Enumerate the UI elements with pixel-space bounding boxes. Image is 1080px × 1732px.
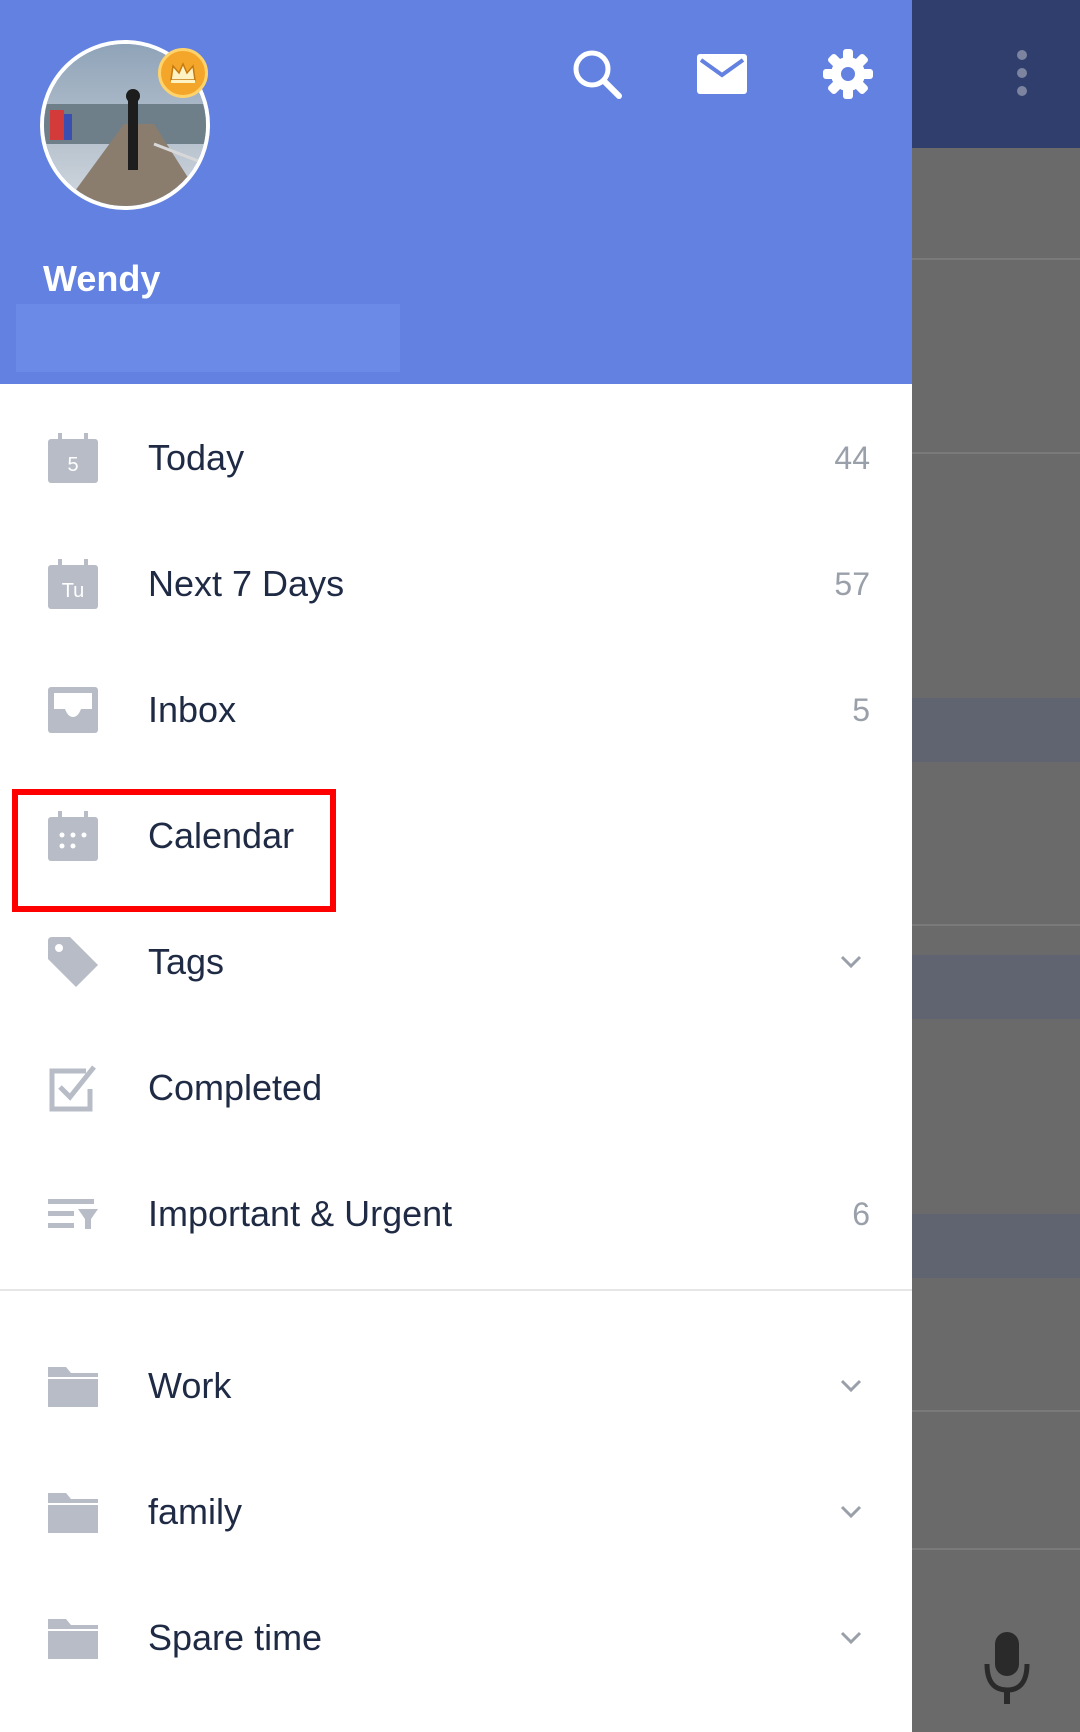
calendar-highlight-box — [12, 789, 336, 912]
menu-item-label: Next 7 Days — [148, 563, 345, 604]
checkbox-icon — [48, 1063, 98, 1113]
navigation-drawer: Wendy 5 Today 44 Tu Next 7 Days 57 Inbox… — [0, 0, 912, 1732]
folder-icon — [48, 1361, 98, 1411]
menu-item-inbox[interactable]: Inbox 5 — [0, 647, 912, 773]
calendar-day-number: 5 — [67, 454, 78, 476]
chevron-down-icon[interactable] — [836, 1497, 866, 1527]
list-label: family — [148, 1491, 243, 1532]
app-toolbar — [912, 0, 1080, 148]
menu-item-completed[interactable]: Completed — [0, 1025, 912, 1151]
user-name: Wendy — [43, 258, 161, 299]
more-options-icon[interactable] — [1010, 50, 1034, 100]
list-section-band — [912, 955, 1080, 1019]
drawer-header: Wendy — [0, 0, 912, 384]
menu-item-tags[interactable]: Tags — [0, 899, 912, 1025]
menu-item-label: Important & Urgent — [148, 1193, 453, 1234]
task-count: 6 — [852, 1196, 870, 1232]
menu-item-label: Tags — [148, 941, 225, 982]
list-item-spare-time[interactable]: Spare time — [0, 1575, 912, 1701]
chevron-down-icon[interactable] — [836, 947, 866, 977]
crown-badge-icon — [158, 48, 208, 98]
gear-icon[interactable] — [818, 44, 878, 104]
search-icon[interactable] — [567, 44, 627, 104]
task-count: 5 — [852, 692, 870, 728]
list-label: Spare time — [148, 1617, 323, 1658]
calendar-week-icon: Tu — [48, 559, 98, 609]
menu-item-next-7-days[interactable]: Tu Next 7 Days 57 — [0, 521, 912, 647]
mail-icon[interactable] — [692, 44, 752, 104]
menu-item-label: Today — [148, 437, 245, 478]
menu-item-today[interactable]: 5 Today 44 — [0, 395, 912, 521]
calendar-today-icon: 5 — [48, 433, 98, 483]
drawer-menu: 5 Today 44 Tu Next 7 Days 57 Inbox 5 Cal… — [0, 395, 912, 1701]
tag-icon — [48, 937, 98, 987]
filter-icon — [48, 1189, 98, 1239]
list-section-band — [912, 698, 1080, 762]
list-section-band — [912, 1214, 1080, 1278]
folder-icon — [48, 1613, 98, 1663]
inbox-icon — [48, 685, 98, 735]
divider — [912, 452, 1080, 454]
user-email-redacted — [16, 304, 400, 372]
calendar-day-text: Tu — [62, 580, 85, 602]
menu-item-label: Completed — [148, 1067, 323, 1108]
divider — [912, 924, 1080, 926]
list-item-work[interactable]: Work — [0, 1323, 912, 1449]
divider — [912, 1548, 1080, 1550]
menu-item-label: Inbox — [148, 689, 237, 730]
chevron-down-icon[interactable] — [836, 1623, 866, 1653]
task-count: 44 — [834, 440, 870, 476]
task-count: 57 — [834, 566, 870, 602]
divider — [912, 1410, 1080, 1412]
chevron-down-icon[interactable] — [836, 1371, 866, 1401]
list-label: Work — [148, 1365, 232, 1406]
menu-item-important-urgent[interactable]: Important & Urgent 6 — [0, 1151, 912, 1277]
list-item-family[interactable]: family — [0, 1449, 912, 1575]
divider — [912, 258, 1080, 260]
microphone-icon[interactable] — [983, 1628, 1031, 1708]
folder-icon — [48, 1487, 98, 1537]
